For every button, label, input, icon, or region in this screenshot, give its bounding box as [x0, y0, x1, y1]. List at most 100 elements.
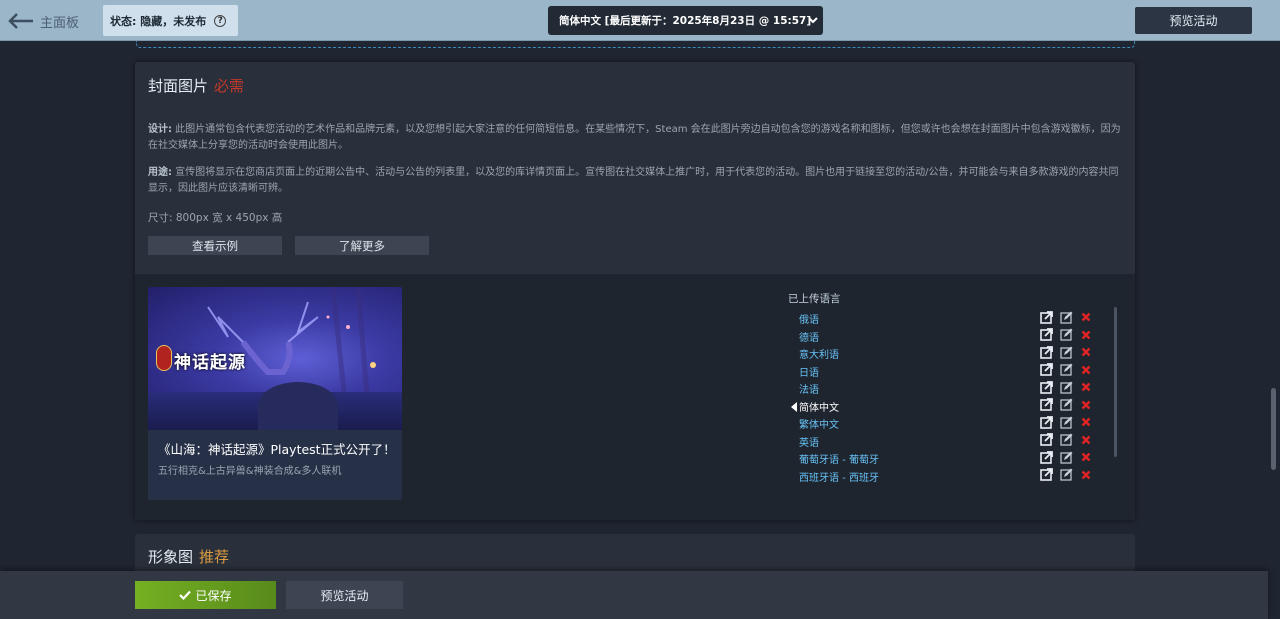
delete-icon[interactable]: [1079, 398, 1093, 412]
language-actions: [1039, 450, 1093, 464]
learn-more-button[interactable]: 了解更多: [295, 236, 429, 255]
language-select[interactable]: 简体中文 [最后更新于：2025年8月23日 @ 15:57]: [548, 6, 823, 35]
open-external-icon[interactable]: [1039, 468, 1053, 482]
bottom-action-bar: 已保存 预览活动: [0, 571, 1268, 619]
saved-label: 已保存: [195, 588, 232, 603]
edit-icon[interactable]: [1059, 380, 1073, 394]
language-actions: [1039, 345, 1093, 359]
usage-description: 用途: 宣传图将显示在您商店页面上的近期公告中、活动与公告的列表里，以及您的库详…: [148, 165, 1123, 197]
language-list-scrollbar[interactable]: [1114, 307, 1117, 457]
uploaded-language-list: 俄语德语意大利语日语法语简体中文繁体中文英语葡萄牙语 - 葡萄牙 西班牙语 - 西…: [788, 310, 1108, 487]
key-art-panel: 形象图 推荐: [135, 534, 1135, 574]
game-logo-seal: [156, 345, 172, 371]
design-text: 此图片通常包含代表您活动的艺术作品和品牌元素，以及您想引起大家注意的任何简短信息…: [148, 124, 1121, 151]
edit-icon[interactable]: [1059, 310, 1073, 324]
language-row: 西班牙语 - 西班牙: [788, 468, 1108, 487]
delete-icon[interactable]: [1079, 415, 1093, 429]
status-label: 状态: 隐藏，未发布: [110, 14, 207, 28]
delete-icon[interactable]: [1079, 328, 1093, 342]
open-external-icon[interactable]: [1039, 398, 1053, 412]
language-row: 日语: [788, 363, 1108, 382]
page-scrollbar[interactable]: [1271, 388, 1276, 470]
usage-label: 用途:: [148, 167, 172, 178]
delete-icon[interactable]: [1079, 380, 1093, 394]
language-row: 法语: [788, 380, 1108, 399]
edit-icon[interactable]: [1059, 345, 1073, 359]
open-external-icon[interactable]: [1039, 380, 1053, 394]
delete-icon[interactable]: [1079, 345, 1093, 359]
language-name[interactable]: 葡萄牙语 - 葡萄牙: [799, 451, 879, 466]
language-name[interactable]: 简体中文: [799, 399, 839, 414]
language-select-value: 简体中文 [最后更新于：2025年8月23日 @ 15:57]: [559, 15, 812, 27]
rock-shape: [258, 382, 338, 430]
event-preview-card[interactable]: 神话起源 《山海：神话起源》Playtest正式公开了！ 五行相克&上古异兽&神…: [148, 287, 402, 500]
language-actions: [1039, 398, 1093, 412]
previous-section-edge: [136, 41, 1135, 48]
status-badge: 状态: 隐藏，未发布 ?: [103, 5, 238, 36]
language-name[interactable]: 繁体中文: [799, 416, 839, 431]
language-actions: [1039, 363, 1093, 377]
delete-icon[interactable]: [1079, 468, 1093, 482]
usage-text: 宣传图将显示在您商店页面上的近期公告中、活动与公告的列表里，以及您的库详情页面上…: [148, 167, 1119, 194]
view-example-button[interactable]: 查看示例: [148, 236, 282, 255]
checkmark-icon: [179, 590, 192, 600]
open-external-icon[interactable]: [1039, 415, 1053, 429]
design-label: 设计:: [148, 124, 172, 135]
language-row: 意大利语: [788, 345, 1108, 364]
design-description: 设计: 此图片通常包含代表您活动的艺术作品和品牌元素，以及您想引起大家注意的任何…: [148, 122, 1123, 154]
language-actions: [1039, 328, 1093, 342]
game-logo-text: 神话起源: [174, 353, 246, 373]
language-row: 简体中文: [788, 398, 1108, 417]
language-row: 繁体中文: [788, 415, 1108, 434]
language-row: 葡萄牙语 - 葡萄牙: [788, 450, 1108, 469]
edit-icon[interactable]: [1059, 363, 1073, 377]
language-actions: [1039, 310, 1093, 324]
back-to-dashboard-link[interactable]: 主面板: [8, 9, 79, 33]
selected-caret-icon: [791, 401, 797, 412]
edit-icon[interactable]: [1059, 450, 1073, 464]
open-external-icon[interactable]: [1039, 363, 1053, 377]
delete-icon[interactable]: [1079, 450, 1093, 464]
preview-event-button-bottom[interactable]: 预览活动: [286, 581, 403, 609]
language-name[interactable]: 俄语: [799, 311, 819, 326]
chevron-down-icon: [808, 17, 818, 24]
delete-icon[interactable]: [1079, 433, 1093, 447]
language-name[interactable]: 意大利语: [799, 346, 839, 361]
language-name[interactable]: 英语: [799, 434, 819, 449]
language-row: 俄语: [788, 310, 1108, 329]
open-external-icon[interactable]: [1039, 310, 1053, 324]
edit-icon[interactable]: [1059, 328, 1073, 342]
uploaded-languages-heading: 已上传语言: [788, 293, 841, 305]
size-info: 尺寸: 800px 宽 x 450px 高: [148, 212, 283, 224]
section-title: 封面图片 必需: [148, 75, 244, 96]
language-row: 德语: [788, 328, 1108, 347]
top-bar: 主面板 状态: 隐藏，未发布 ? 简体中文 [最后更新于：2025年8月23日 …: [0, 0, 1280, 41]
edit-icon[interactable]: [1059, 468, 1073, 482]
edit-icon[interactable]: [1059, 433, 1073, 447]
open-external-icon[interactable]: [1039, 450, 1053, 464]
edit-icon[interactable]: [1059, 415, 1073, 429]
upload-area: 神话起源 《山海：神话起源》Playtest正式公开了！ 五行相克&上古异兽&神…: [135, 274, 1135, 520]
delete-icon[interactable]: [1079, 310, 1093, 324]
language-actions: [1039, 468, 1093, 482]
saved-button[interactable]: 已保存: [135, 581, 276, 609]
language-name[interactable]: 西班牙语 - 西班牙: [799, 469, 879, 484]
key-art-title: 形象图: [148, 548, 194, 566]
required-label: 必需: [214, 77, 245, 95]
preview-event-button[interactable]: 预览活动: [1135, 7, 1252, 34]
language-actions: [1039, 433, 1093, 447]
language-name[interactable]: 日语: [799, 364, 819, 379]
open-external-icon[interactable]: [1039, 328, 1053, 342]
edit-icon[interactable]: [1059, 398, 1073, 412]
language-name[interactable]: 德语: [799, 329, 819, 344]
open-external-icon[interactable]: [1039, 433, 1053, 447]
arrow-left-icon: [8, 13, 33, 29]
recommended-label: 推荐: [199, 548, 230, 566]
delete-icon[interactable]: [1079, 363, 1093, 377]
language-name[interactable]: 法语: [799, 381, 819, 396]
back-label: 主面板: [40, 15, 80, 31]
open-external-icon[interactable]: [1039, 345, 1053, 359]
card-subtitle: 五行相克&上古异兽&神装合成&多人联机: [158, 466, 342, 477]
help-icon[interactable]: ?: [214, 14, 227, 27]
language-row: 英语: [788, 433, 1108, 452]
